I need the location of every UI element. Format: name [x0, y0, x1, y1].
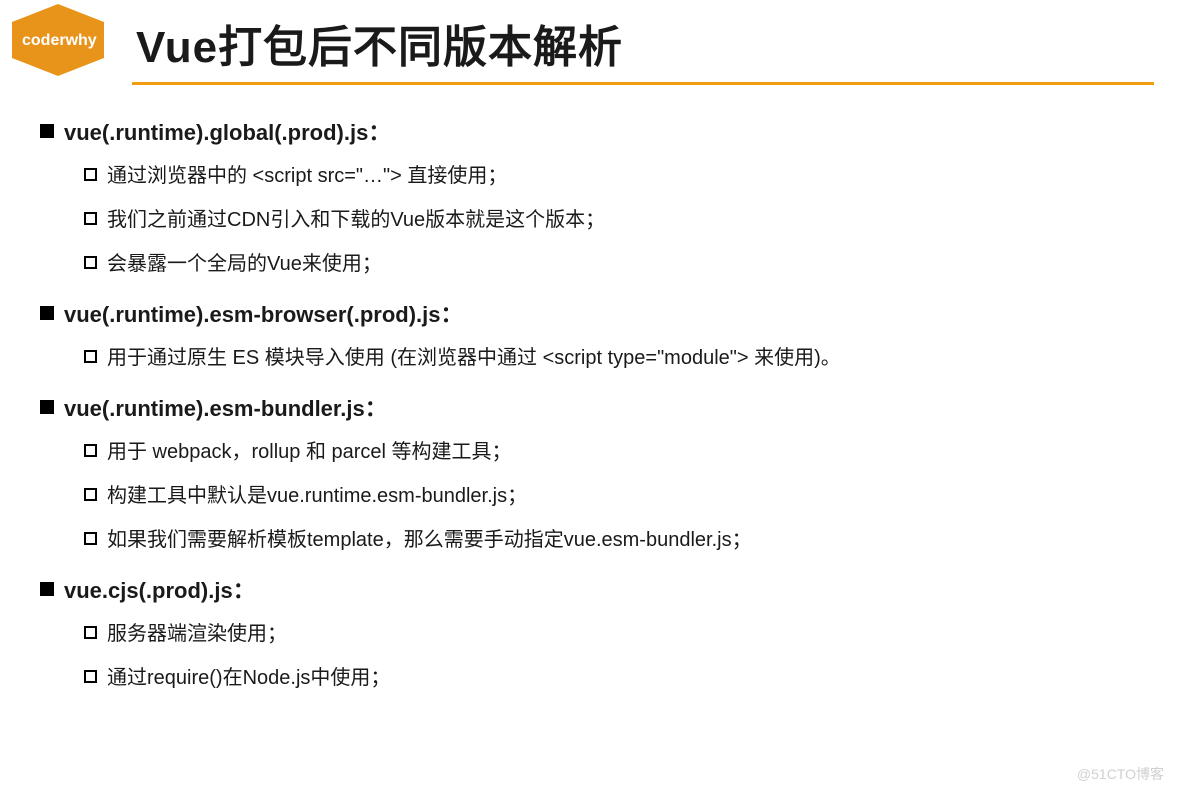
- hollow-square-icon: [84, 532, 97, 545]
- section-heading: vue(.runtime).esm-browser(.prod).js：: [40, 297, 1144, 329]
- square-bullet-icon: [40, 400, 54, 414]
- sub-list: 服务器端渲染使用； 通过require()在Node.js中使用；: [40, 619, 1144, 693]
- list-item: 服务器端渲染使用；: [84, 619, 1144, 649]
- item-text: 构建工具中默认是vue.runtime.esm-bundler.js；: [107, 481, 527, 511]
- item-text: 通过浏览器中的 <script src="…"> 直接使用；: [107, 161, 507, 191]
- heading-text: vue(.runtime).esm-browser(.prod).js：: [64, 297, 463, 329]
- sub-list: 用于 webpack，rollup 和 parcel 等构建工具； 构建工具中默…: [40, 437, 1144, 555]
- square-bullet-icon: [40, 306, 54, 320]
- section-heading: vue(.runtime).esm-bundler.js：: [40, 391, 1144, 423]
- square-bullet-icon: [40, 582, 54, 596]
- section-esm-browser: vue(.runtime).esm-browser(.prod).js： 用于通…: [40, 297, 1144, 373]
- hollow-square-icon: [84, 670, 97, 683]
- section-global: vue(.runtime).global(.prod).js： 通过浏览器中的 …: [40, 115, 1144, 279]
- list-item: 我们之前通过CDN引入和下载的Vue版本就是这个版本；: [84, 205, 1144, 235]
- list-item: 用于通过原生 ES 模块导入使用 (在浏览器中通过 <script type="…: [84, 343, 1144, 373]
- square-bullet-icon: [40, 124, 54, 138]
- item-text: 服务器端渲染使用；: [107, 619, 287, 649]
- sub-list: 通过浏览器中的 <script src="…"> 直接使用； 我们之前通过CDN…: [40, 161, 1144, 279]
- list-item: 如果我们需要解析模板template，那么需要手动指定vue.esm-bundl…: [84, 525, 1144, 555]
- hollow-square-icon: [84, 444, 97, 457]
- heading-text: vue(.runtime).esm-bundler.js：: [64, 391, 387, 423]
- section-cjs: vue.cjs(.prod).js： 服务器端渲染使用； 通过require()…: [40, 573, 1144, 693]
- hollow-square-icon: [84, 212, 97, 225]
- slide-content: vue(.runtime).global(.prod).js： 通过浏览器中的 …: [0, 85, 1184, 693]
- hollow-square-icon: [84, 626, 97, 639]
- badge-label: coderwhy: [22, 32, 97, 50]
- item-text: 用于通过原生 ES 模块导入使用 (在浏览器中通过 <script type="…: [107, 343, 841, 373]
- sub-list: 用于通过原生 ES 模块导入使用 (在浏览器中通过 <script type="…: [40, 343, 1144, 373]
- item-text: 通过require()在Node.js中使用；: [107, 663, 390, 693]
- heading-text: vue(.runtime).global(.prod).js：: [64, 115, 390, 147]
- list-item: 用于 webpack，rollup 和 parcel 等构建工具；: [84, 437, 1144, 467]
- author-badge: coderwhy: [8, 4, 108, 76]
- item-text: 会暴露一个全局的Vue来使用；: [107, 249, 382, 279]
- slide-header: coderwhy Vue打包后不同版本解析: [0, 0, 1184, 76]
- hollow-square-icon: [84, 256, 97, 269]
- section-esm-bundler: vue(.runtime).esm-bundler.js： 用于 webpack…: [40, 391, 1144, 555]
- list-item: 会暴露一个全局的Vue来使用；: [84, 249, 1144, 279]
- section-heading: vue.cjs(.prod).js：: [40, 573, 1144, 605]
- item-text: 如果我们需要解析模板template，那么需要手动指定vue.esm-bundl…: [107, 525, 752, 555]
- item-text: 我们之前通过CDN引入和下载的Vue版本就是这个版本；: [107, 205, 605, 235]
- list-item: 通过require()在Node.js中使用；: [84, 663, 1144, 693]
- section-heading: vue(.runtime).global(.prod).js：: [40, 115, 1144, 147]
- item-text: 用于 webpack，rollup 和 parcel 等构建工具；: [107, 437, 512, 467]
- hollow-square-icon: [84, 168, 97, 181]
- hollow-square-icon: [84, 350, 97, 363]
- heading-text: vue.cjs(.prod).js：: [64, 573, 255, 605]
- slide-title: Vue打包后不同版本解析: [136, 5, 623, 75]
- hollow-square-icon: [84, 488, 97, 501]
- list-item: 构建工具中默认是vue.runtime.esm-bundler.js；: [84, 481, 1144, 511]
- watermark: @51CTO博客: [1077, 764, 1164, 784]
- list-item: 通过浏览器中的 <script src="…"> 直接使用；: [84, 161, 1144, 191]
